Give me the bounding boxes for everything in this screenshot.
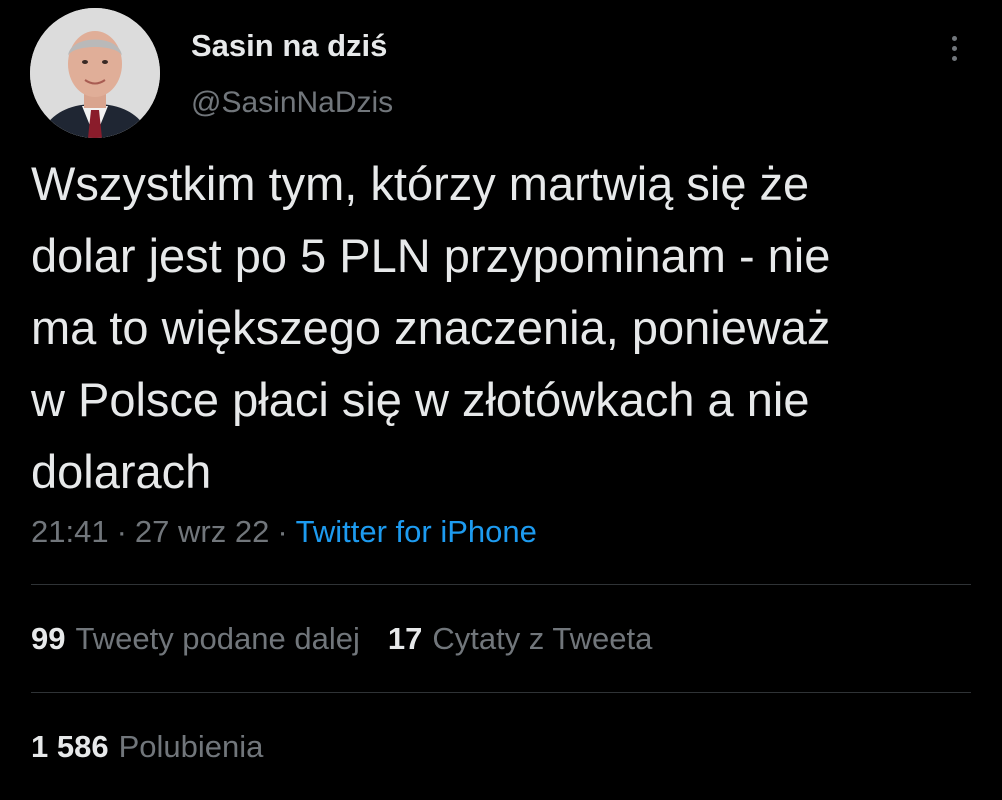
display-name[interactable]: Sasin na dziś (191, 28, 387, 64)
retweets-count: 99 (31, 621, 66, 656)
tweet-text: Wszystkim tym, którzy martwią się że dol… (31, 157, 831, 498)
tweet-detail: Sasin na dziś @SasinNaDzis Wszystkim tym… (0, 0, 1002, 800)
retweets-stat[interactable]: 99 Tweety podane dalej (31, 621, 360, 656)
more-vertical-icon (951, 35, 957, 41)
likes-stat[interactable]: 1 586 Polubienia (31, 729, 263, 764)
profile-photo-icon (30, 8, 160, 138)
tweet-time[interactable]: 21:41 (31, 514, 109, 549)
engagement-stats-row: 99 Tweety podane dalej 17 Cytaty z Tweeta (31, 619, 680, 659)
quotes-label: Cytaty z Tweeta (432, 621, 653, 656)
more-vertical-icon-dot (951, 55, 957, 61)
meta-separator: · (116, 514, 127, 549)
divider (31, 692, 971, 693)
avatar[interactable] (30, 8, 160, 138)
tweet-metadata: 21:41 · 27 wrz 22 · Twitter for iPhone (31, 510, 537, 554)
divider (31, 584, 971, 585)
meta-separator: · (277, 514, 288, 549)
tweet-source-link[interactable]: Twitter for iPhone (296, 514, 537, 549)
retweets-label: Tweety podane dalej (75, 621, 360, 656)
user-handle[interactable]: @SasinNaDzis (191, 85, 393, 121)
tweet-date[interactable]: 27 wrz 22 (135, 514, 269, 549)
more-vertical-icon-dot (951, 45, 957, 51)
likes-stats-row: 1 586 Polubienia (31, 727, 291, 767)
likes-label: Polubienia (118, 729, 264, 764)
likes-count: 1 586 (31, 729, 109, 764)
quotes-count: 17 (387, 621, 423, 656)
more-options-button[interactable] (934, 26, 974, 70)
quotes-stat[interactable]: 17 Cytaty z Tweeta (388, 621, 652, 656)
